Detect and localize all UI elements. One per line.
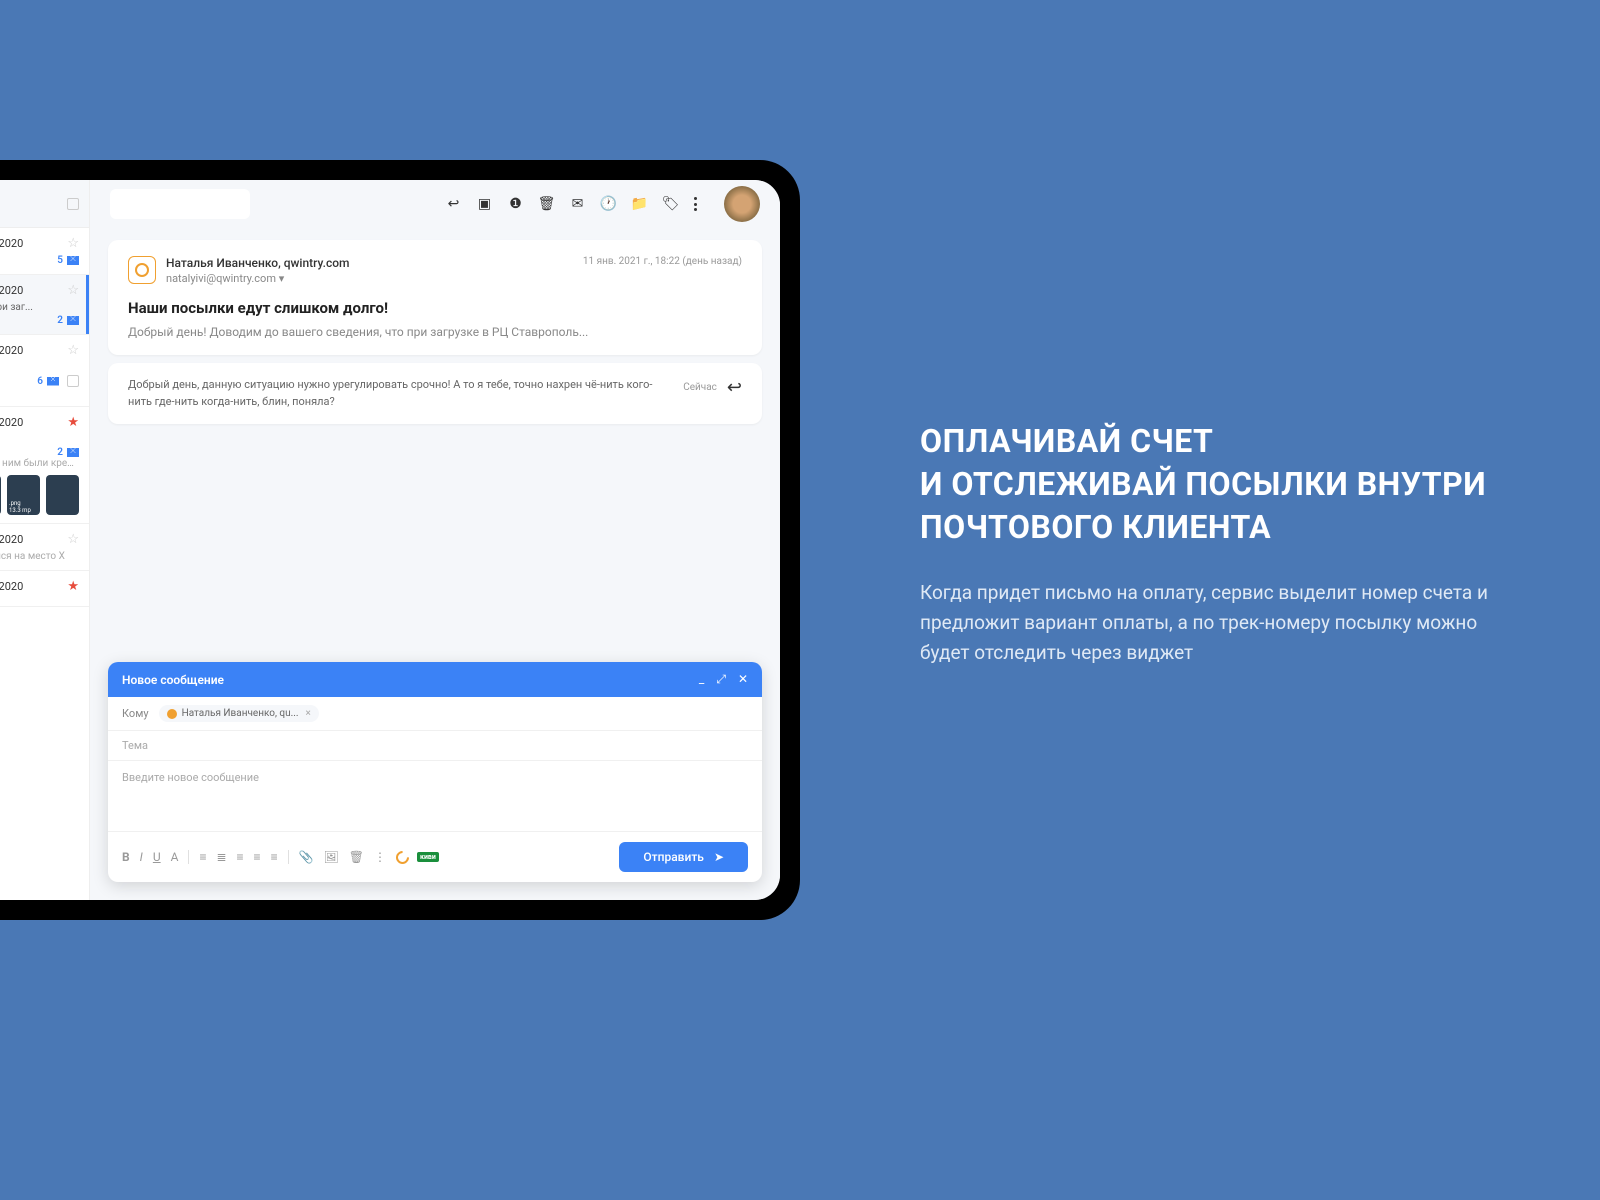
sender-email: natalyivi@qwintry.com ▾ [166, 272, 350, 285]
tablet-frame: 12.12.2020☆512.12.2020☆, что при заг...2… [0, 160, 800, 920]
to-label: Кому [122, 707, 149, 720]
promo-block: ОПЛАЧИВАЙ СЧЕТИ ОТСЛЕЖИВАЙ ПОСЫЛКИ ВНУТР… [920, 420, 1500, 669]
chip-avatar-icon [167, 709, 177, 719]
message-date: 11 янв. 2021 г., 18:22 (день назад) [583, 256, 742, 267]
send-arrow-icon: ➤ [714, 850, 724, 864]
expand-icon[interactable]: ⤢ [716, 672, 726, 687]
reply-icon[interactable]: ↩ [446, 197, 461, 212]
align-right-icon[interactable]: ≡ [271, 850, 278, 864]
chip-label: Наталья Иванченко, qu... [182, 708, 299, 719]
bold-icon[interactable]: B [122, 850, 130, 864]
mail-item[interactable]: 12.12.2020☆5 [0, 228, 89, 275]
reply-text: Добрый день, данную ситуацию нужно урегу… [128, 377, 663, 410]
attach-icon[interactable]: 📎 [299, 850, 314, 864]
composer-to-row[interactable]: Кому Наталья Иванченко, qu... × [108, 697, 762, 731]
italic-icon[interactable]: I [140, 850, 143, 864]
message-preview: Добрый день! Доводим до вашего сведения,… [128, 325, 742, 339]
delete-icon[interactable]: 🗑 [539, 197, 554, 212]
color-icon[interactable]: A [171, 850, 179, 864]
main-pane: ↩ ▣ ❶ 🗑 ✉ 🕐 📁 🏷 [90, 180, 780, 900]
composer-footer: B I U A ≡ ≣ ≡ ≡ ≡ 📎 🖼 [108, 831, 762, 882]
send-button[interactable]: Отправить ➤ [619, 842, 748, 872]
composer-header: Новое сообщение _ ⤢ ✕ [108, 662, 762, 697]
folder-icon[interactable]: 📁 [632, 197, 647, 212]
list-ol-icon[interactable]: ≣ [216, 850, 226, 864]
mail-item[interactable]: 12.12.2020★ы2лась, с ним были крепил фот… [0, 407, 89, 524]
mail-item[interactable]: 12.12.2020★ [0, 571, 89, 607]
mail-list: 12.12.2020☆512.12.2020☆, что при заг...2… [0, 180, 90, 900]
mail-item[interactable]: 12.12.2020☆двигайся на место X [0, 524, 89, 571]
align-center-icon[interactable]: ≡ [254, 850, 261, 864]
underline-icon[interactable]: U [153, 850, 161, 864]
mail-item[interactable]: 12.12.2020☆ылку!6бе. [0, 335, 89, 407]
qwintry-track-icon[interactable] [393, 848, 411, 866]
archive-icon[interactable]: ▣ [477, 197, 492, 212]
message-subject: Наши посылки едут слишком долго! [128, 299, 742, 317]
clock-icon[interactable]: 🕐 [601, 197, 616, 212]
promo-text: Когда придет письмо на оплату, сервис вы… [920, 578, 1500, 669]
promo-title: ОПЛАЧИВАЙ СЧЕТИ ОТСЛЕЖИВАЙ ПОСЫЛКИ ВНУТР… [920, 420, 1500, 550]
sender-name: Наталья Иванченко, qwintry.com [166, 256, 350, 270]
composer-subject[interactable]: Тема [108, 731, 762, 761]
info-icon[interactable]: ❶ [508, 197, 523, 212]
recipient-chip[interactable]: Наталья Иванченко, qu... × [159, 705, 319, 722]
more-format-icon[interactable]: ⋮ [374, 850, 386, 864]
composer-body[interactable]: Введите новое сообщение [108, 761, 762, 831]
chip-remove-icon[interactable]: × [306, 708, 311, 719]
format-toolbar: B I U A ≡ ≣ ≡ ≡ ≡ 📎 🖼 [122, 850, 439, 864]
close-icon[interactable]: ✕ [738, 672, 748, 687]
image-icon[interactable]: 🖼 [324, 850, 339, 864]
qiwi-badge[interactable]: киви [417, 852, 439, 862]
list-ul-icon[interactable]: ≡ [199, 850, 206, 864]
mail-icon[interactable]: ✉ [570, 197, 585, 212]
toolbar: ↩ ▣ ❶ 🗑 ✉ 🕐 📁 🏷 [90, 180, 780, 228]
select-all-checkbox[interactable] [67, 198, 79, 210]
reply-preview: Добрый день, данную ситуацию нужно урегу… [108, 363, 762, 424]
label-icon[interactable]: 🏷 [663, 197, 678, 212]
trash-icon[interactable]: 🗑 [349, 850, 364, 864]
mail-item[interactable]: 12.12.2020☆, что при заг...2 [0, 275, 89, 335]
more-icon[interactable] [694, 197, 698, 211]
reply-time: Сейчас [683, 382, 717, 393]
message-card: Наталья Иванченко, qwintry.com natalyivi… [108, 240, 762, 355]
reply-arrow-icon[interactable]: ↩ [727, 377, 742, 398]
composer-title: Новое сообщение [122, 673, 224, 687]
search-input[interactable] [110, 189, 250, 219]
user-avatar[interactable] [724, 186, 760, 222]
list-header [0, 180, 89, 228]
send-label: Отправить [643, 850, 704, 864]
sender-avatar [128, 256, 156, 284]
align-left-icon[interactable]: ≡ [237, 850, 244, 864]
minimize-icon[interactable]: _ [699, 672, 704, 687]
app-screen: 12.12.2020☆512.12.2020☆, что при заг...2… [0, 180, 780, 900]
composer: Новое сообщение _ ⤢ ✕ Кому Наталья Иванч… [108, 662, 762, 882]
